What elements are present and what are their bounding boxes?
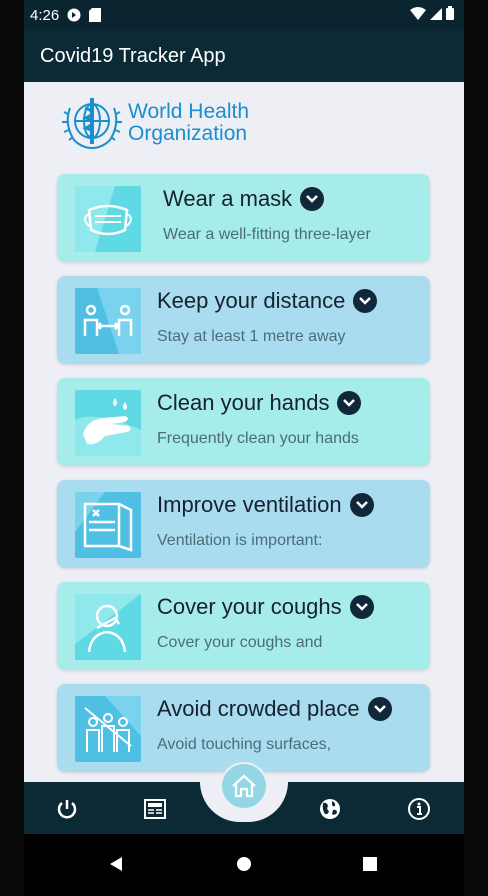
card-avoid-crowded[interactable]: Avoid crowded place Avoid touching surfa… [57,684,430,772]
chevron-down-icon[interactable] [349,493,374,517]
window-icon [75,492,141,558]
chevron-down-icon[interactable] [367,697,392,721]
signal-icon [430,7,442,24]
card-title: Improve ventilation [157,492,374,518]
recents-icon[interactable] [356,850,384,878]
distance-icon [75,288,141,354]
card-title: Avoid crowded place [157,696,392,722]
wifi-icon [410,6,426,24]
chevron-down-icon[interactable] [353,289,378,313]
card-cover-coughs[interactable]: Cover your coughs Cover your coughs and [57,582,430,670]
chevron-down-icon[interactable] [337,391,362,415]
app-title: Covid19 Tracker App [40,44,226,67]
home-icon[interactable] [220,762,268,810]
crowd-icon [75,696,141,762]
card-title: Wear a mask [163,186,325,212]
who-wordmark: World Health Organization [128,101,249,145]
phone-screen: 4:26 Covid19 Tracker App World Health Or… [24,0,464,896]
who-line-1: World Health [128,100,249,123]
card-title-text: Improve ventilation [157,492,342,517]
device-frame: 4:26 Covid19 Tracker App World Health Or… [0,0,488,896]
globe-icon[interactable] [315,794,345,824]
card-title-text: Wear a mask [163,186,293,211]
mask-icon [75,186,141,252]
hand-wash-icon [75,390,141,456]
battery-icon [446,6,454,24]
info-icon[interactable] [404,794,434,824]
card-subtitle: Avoid touching surfaces, [157,736,332,753]
play-protect-icon [67,8,81,22]
card-title-text: Avoid crowded place [157,696,360,721]
card-subtitle: Frequently clean your hands [157,430,359,447]
card-clean-hands[interactable]: Clean your hands Frequently clean your h… [57,378,430,466]
chevron-down-icon[interactable] [300,187,325,211]
card-subtitle: Cover your coughs and [157,634,323,651]
main-content[interactable]: World Health Organization Wear a mask We… [24,82,464,782]
who-logo: World Health Organization [60,94,249,152]
app-bar: Covid19 Tracker App [24,30,464,82]
cough-icon [75,594,141,660]
card-title-text: Clean your hands [157,390,330,415]
card-title-text: Cover your coughs [157,594,342,619]
card-title: Keep your distance [157,288,378,314]
who-emblem-icon [62,98,122,149]
card-keep-distance[interactable]: Keep your distance Stay at least 1 metre… [57,276,430,364]
home-circle-icon[interactable] [230,850,258,878]
card-title: Clean your hands [157,390,362,416]
card-title-text: Keep your distance [157,288,346,313]
sd-card-icon [89,8,102,22]
who-line-2: Organization [128,122,248,145]
back-icon[interactable] [102,850,130,878]
card-improve-ventilation[interactable]: Improve ventilation Ventilation is impor… [57,480,430,568]
system-navigation [24,834,464,896]
chevron-down-icon[interactable] [349,595,374,619]
card-wear-mask[interactable]: Wear a mask Wear a well-fitting three-la… [57,174,430,262]
status-time: 4:26 [30,6,60,24]
power-icon[interactable] [52,794,82,824]
card-subtitle: Ventilation is important: [157,532,323,549]
card-title: Cover your coughs [157,594,374,620]
card-subtitle: Stay at least 1 metre away [157,328,346,345]
status-bar: 4:26 [24,0,464,30]
news-icon[interactable] [140,794,170,824]
card-subtitle: Wear a well-fitting three-layer [163,226,371,243]
